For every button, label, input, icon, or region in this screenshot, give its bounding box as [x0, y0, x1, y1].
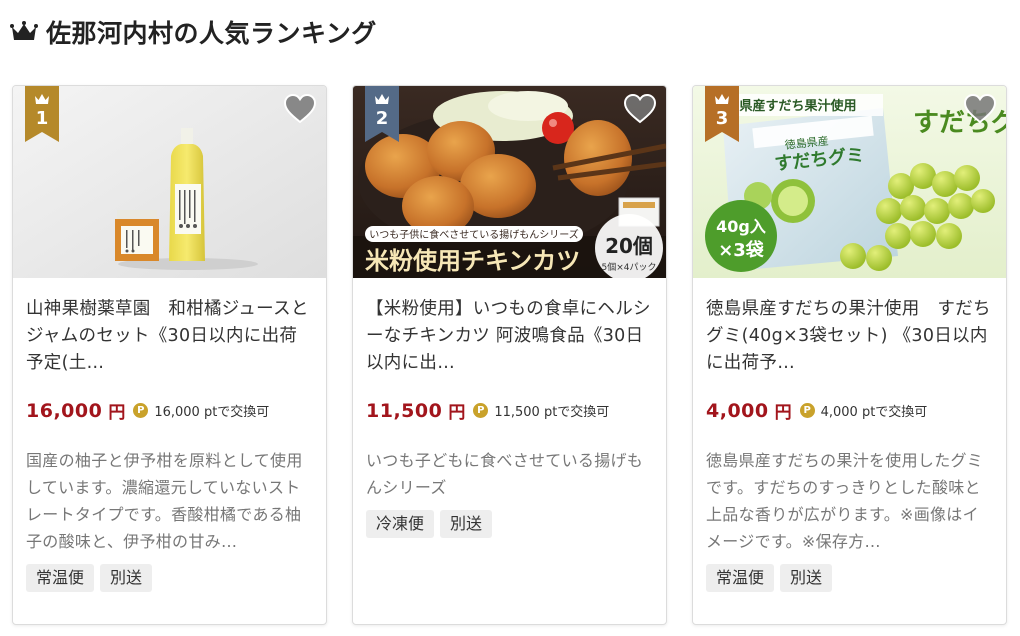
price-unit: 円: [108, 403, 126, 423]
product-image[interactable]: いつも子供に食べさせている揚げもんシリーズ 米粉使用チキンカツ 20個 5個×4…: [353, 86, 666, 278]
price-row: 11,500 円 P 11,500 ptで交換可: [366, 398, 653, 424]
price-unit: 円: [448, 403, 466, 423]
tag-separate: 別送: [100, 564, 153, 592]
product-image[interactable]: 1: [13, 86, 326, 278]
crown-icon: [10, 21, 38, 40]
point-icon: P: [799, 403, 815, 418]
tag-list: 常温便 別送: [26, 564, 313, 592]
tag-shipping: 常温便: [706, 564, 775, 592]
section-title: 佐那河内村の人気ランキング: [46, 19, 377, 48]
tag-shipping: 常温便: [26, 564, 95, 592]
rank-number: 2: [375, 108, 389, 129]
qty-text: 40g入: [716, 217, 766, 236]
headline-text: 米粉使用チキンカツ: [365, 246, 580, 275]
price: 16,000: [26, 399, 103, 422]
product-card-2[interactable]: いつも子供に食べさせている揚げもんシリーズ 米粉使用チキンカツ 20個 5個×4…: [352, 85, 667, 625]
rank-number: 3: [715, 108, 729, 129]
price-row: 16,000 円 P 16,000 ptで交換可: [26, 398, 313, 424]
point-icon: P: [133, 403, 149, 418]
price-unit: 円: [774, 403, 792, 423]
qty2-text: ×3袋: [718, 239, 765, 261]
price: 4,000: [706, 399, 769, 422]
product-title[interactable]: 山神果樹薬草園 和柑橘ジュースとジャムのセット《30日以内に出荷予定(土…: [26, 296, 313, 377]
rank-crown-icon: [35, 94, 49, 104]
price: 11,500: [366, 399, 443, 422]
count-text: 20個: [605, 234, 653, 258]
juice-jam-photo: [13, 86, 326, 278]
rank-badge: 3: [705, 86, 739, 142]
count-sub-text: 5個×4パック: [602, 261, 657, 273]
product-description: 徳島県産すだちの果汁を使用したグミです。すだちのすっきりとした酸味と上品な香りが…: [706, 451, 984, 551]
rank-number: 1: [35, 108, 49, 129]
product-card-3[interactable]: 徳島県産 すだちグミ 県産すだち果汁使用 すだちグミ: [692, 85, 1007, 625]
rank-badge: 1: [25, 86, 59, 142]
heart-icon[interactable]: [284, 94, 316, 124]
tag-list: 冷凍便 別送: [366, 510, 653, 538]
points-exchange: 4,000 ptで交換可: [820, 405, 928, 420]
rank-badge: 2: [365, 86, 399, 142]
heart-icon[interactable]: [624, 94, 656, 124]
product-title[interactable]: 【米粉使用】いつもの食卓にヘルシーなチキンカツ 阿波鳴食品《30日以内に出…: [366, 296, 653, 377]
tag-separate: 別送: [780, 564, 833, 592]
rank-crown-icon: [375, 94, 389, 104]
tag-list: 常温便 別送: [706, 564, 993, 592]
product-description: いつも子どもに食べさせている揚げもんシリーズ: [366, 451, 644, 497]
tag-shipping: 冷凍便: [366, 510, 435, 538]
product-description: 国産の柚子と伊予柑を原料として使用しています。濃縮還元していないストレートタイプ…: [26, 451, 303, 551]
ranking-list: 1 山神果樹薬草園 和柑橘ジュースとジャムのセット《30日以内に出荷予定(土… …: [12, 85, 1007, 625]
product-image[interactable]: 徳島県産 すだちグミ 県産すだち果汁使用 すだちグミ: [693, 86, 1006, 278]
sudachi-gummy-photo: 徳島県産 すだちグミ 県産すだち果汁使用 すだちグミ: [693, 86, 1006, 278]
banner-text: いつも子供に食べさせている揚げもんシリーズ: [369, 228, 579, 241]
product-title[interactable]: 徳島県産すだちの果汁使用 すだちグミ(40g×3袋セット) 《30日以内に出荷予…: [706, 296, 993, 377]
points-exchange: 16,000 ptで交換可: [154, 405, 270, 420]
section-header: 佐那河内村の人気ランキング: [10, 14, 377, 50]
price-row: 4,000 円 P 4,000 ptで交換可: [706, 398, 993, 424]
rank-crown-icon: [715, 94, 729, 104]
tag-separate: 別送: [440, 510, 493, 538]
points-exchange: 11,500 ptで交換可: [494, 405, 610, 420]
product-card-1[interactable]: 1 山神果樹薬草園 和柑橘ジュースとジャムのセット《30日以内に出荷予定(土… …: [12, 85, 327, 625]
chicken-katsu-photo: いつも子供に食べさせている揚げもんシリーズ 米粉使用チキンカツ 20個 5個×4…: [353, 86, 666, 278]
banner-text: 県産すだち果汁使用: [739, 98, 856, 114]
heart-icon[interactable]: [964, 94, 996, 124]
point-icon: P: [473, 403, 489, 418]
